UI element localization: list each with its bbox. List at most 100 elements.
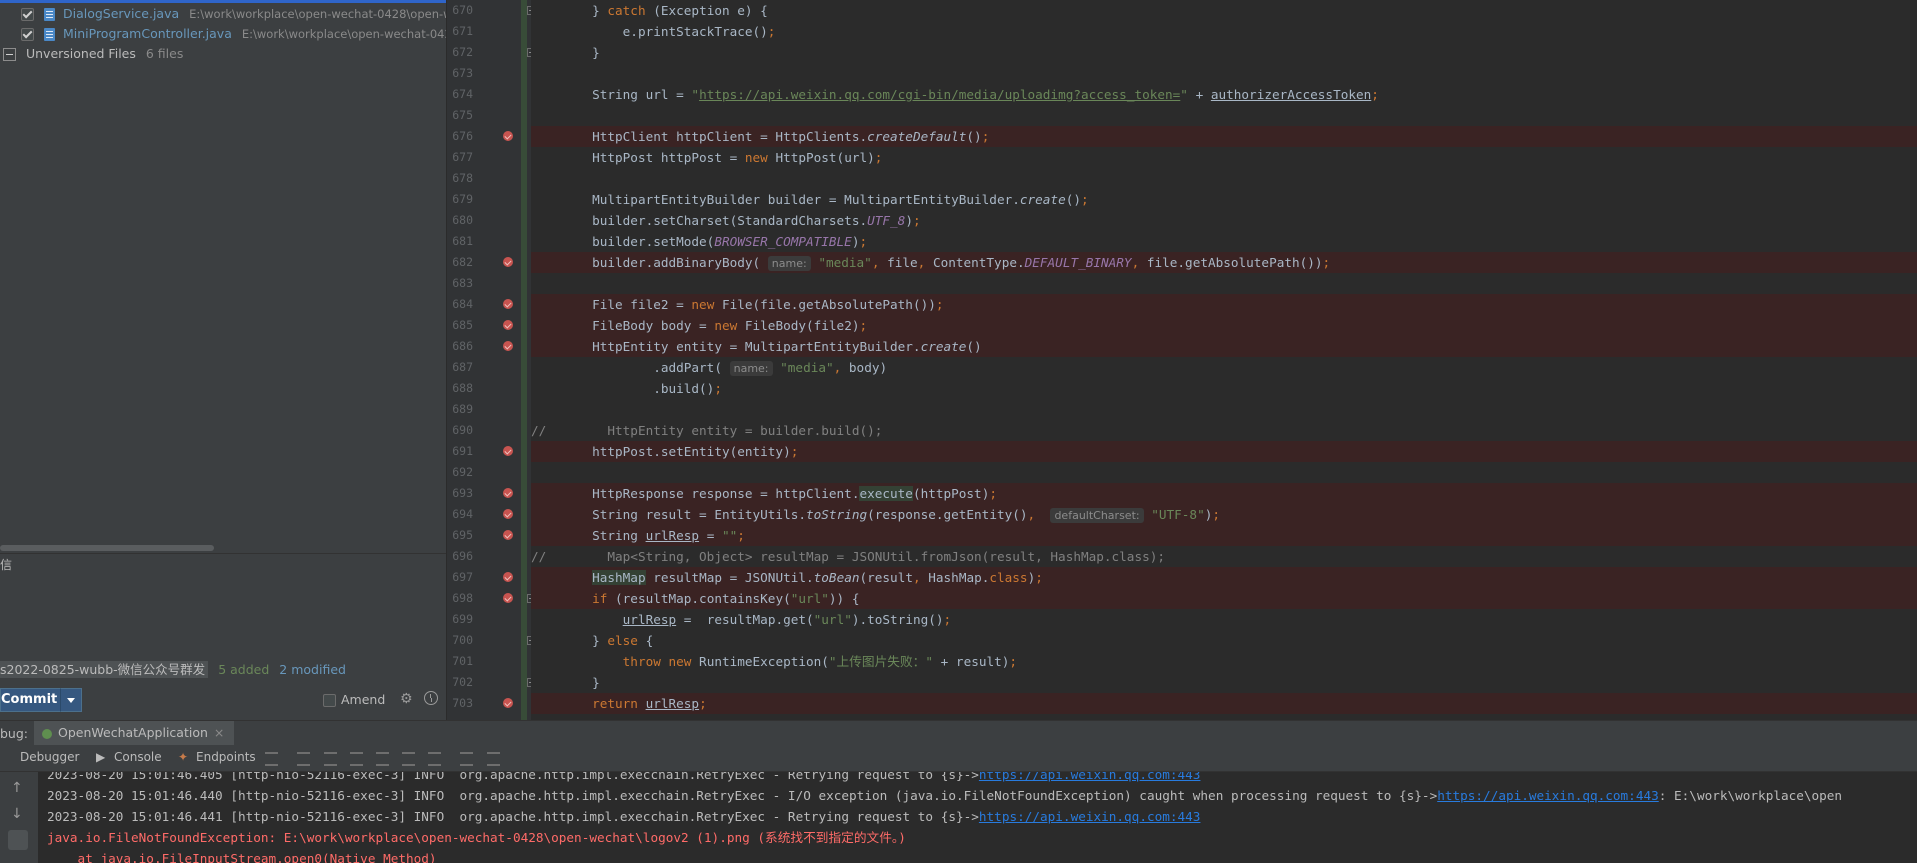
gutter-line[interactable]: 677 — [447, 147, 531, 168]
gutter-line[interactable]: 694 — [447, 504, 531, 525]
gutter-line[interactable]: 682 — [447, 252, 531, 273]
changed-file-row[interactable]: MiniProgramController.java E:\work\workp… — [0, 24, 446, 44]
line-number: 679 — [452, 192, 473, 206]
history-clock-icon[interactable] — [424, 691, 438, 705]
file-checkbox[interactable] — [21, 8, 34, 21]
gutter-line[interactable]: 681 — [447, 231, 531, 252]
commit-message-input[interactable]: 信 — [0, 556, 12, 573]
close-icon[interactable]: × — [214, 725, 224, 740]
java-file-icon — [43, 28, 55, 41]
amend-checkbox[interactable]: Amend — [323, 692, 385, 707]
gutter-line[interactable]: 695 — [447, 525, 531, 546]
unversioned-count: 6 files — [145, 46, 184, 61]
gutter-line[interactable]: 678 — [447, 168, 531, 189]
breakpoint-icon[interactable] — [503, 509, 513, 519]
gutter-line[interactable]: 696 — [447, 546, 531, 567]
step-into-icon[interactable] — [324, 752, 337, 766]
breakpoint-icon[interactable] — [503, 593, 513, 603]
tab-run-configuration[interactable]: OpenWechatApplication × — [34, 721, 235, 745]
gutter-line[interactable]: 700 — [447, 630, 536, 651]
file-checkbox[interactable] — [21, 28, 34, 41]
gutter-line[interactable]: 702 — [447, 672, 536, 693]
selection-highlight — [0, 0, 446, 3]
soft-wrap-icon[interactable] — [8, 830, 28, 850]
gutter-line[interactable]: 670 — [447, 0, 536, 21]
code-editor[interactable]: } catch (Exception e) { e.printStackTrac… — [531, 0, 1917, 720]
gutter-line[interactable]: 690 — [447, 420, 531, 441]
breakpoint-icon[interactable] — [503, 572, 513, 582]
code-line: } — [531, 675, 600, 690]
breakpoint-icon[interactable] — [503, 320, 513, 330]
code-line: .addPart( name: "media", body) — [531, 360, 888, 376]
tab-debugger[interactable]: Debugger — [20, 750, 79, 764]
gutter-line[interactable]: 698 — [447, 588, 536, 609]
gutter-line[interactable]: 691 — [447, 441, 531, 462]
gutter-line[interactable]: 703 — [447, 693, 531, 714]
scrollbar-thumb[interactable] — [0, 545, 214, 551]
console-link[interactable]: https://api.weixin.qq.com:443 — [979, 809, 1201, 824]
console-link[interactable]: https://api.weixin.qq.com:443 — [1437, 788, 1659, 803]
commit-button[interactable]: Commit — [0, 688, 62, 712]
param-hint: name: — [729, 361, 773, 376]
step-over-icon[interactable] — [297, 752, 310, 766]
gutter-line[interactable]: 689 — [447, 399, 531, 420]
gutter-line[interactable]: 676 — [447, 126, 531, 147]
breakpoint-icon[interactable] — [503, 488, 513, 498]
gutter-line[interactable]: 674 — [447, 84, 531, 105]
string-literal: "上传图片失败：" — [828, 654, 934, 669]
breakpoint-icon[interactable] — [503, 299, 513, 309]
gutter-line[interactable]: 684 — [447, 294, 531, 315]
amend-checkbox-box[interactable] — [323, 694, 336, 707]
tab-console[interactable]: Console — [114, 750, 162, 764]
gutter-line[interactable]: 692 — [447, 462, 531, 483]
up-arrow-icon[interactable]: ↑ — [11, 780, 23, 796]
gutter-line[interactable]: 671 — [447, 21, 531, 42]
breakpoint-icon[interactable] — [503, 698, 513, 708]
gutter-line[interactable]: 672 — [447, 42, 536, 63]
horizontal-scrollbar[interactable] — [0, 544, 446, 552]
evaluate-icon[interactable] — [460, 752, 473, 766]
down-arrow-icon[interactable]: ↓ — [11, 806, 23, 822]
code-line: httpPost.setEntity(entity); — [531, 441, 1917, 462]
url-literal[interactable]: https://api.weixin.qq.com/cgi-bin/media/… — [699, 87, 1180, 102]
breakpoint-icon[interactable] — [503, 257, 513, 267]
gutter-line[interactable]: 697 — [447, 567, 531, 588]
breakpoint-icon[interactable] — [503, 341, 513, 351]
line-number: 701 — [452, 654, 473, 668]
tab-endpoints[interactable]: Endpoints — [196, 750, 256, 764]
changed-file-row[interactable]: DialogService.java E:\work\workplace\ope… — [0, 4, 446, 24]
gutter-line[interactable]: 675 — [447, 105, 531, 126]
gutter-line[interactable]: 688 — [447, 378, 531, 399]
layout-icon[interactable] — [265, 752, 278, 766]
force-step-into-icon[interactable] — [350, 752, 363, 766]
step-out-icon[interactable] — [376, 752, 389, 766]
gutter-line[interactable]: 701 — [447, 651, 531, 672]
collapse-icon[interactable] — [3, 48, 16, 61]
gutter-line[interactable]: 699 — [447, 609, 531, 630]
trace-icon[interactable] — [487, 752, 500, 766]
gutter-line[interactable]: 687 — [447, 357, 531, 378]
breakpoint-icon[interactable] — [503, 131, 513, 141]
gutter-line[interactable]: 683 — [447, 273, 531, 294]
code-line: HashMap resultMap = JSONUtil.toBean(resu… — [531, 567, 1917, 588]
console-output[interactable]: 2023-08-20 15:01:46.405 [http-nio-52116-… — [38, 772, 1917, 863]
commit-dropdown-button[interactable] — [60, 688, 82, 712]
line-number: 674 — [452, 87, 473, 101]
gutter-line[interactable]: 673 — [447, 63, 531, 84]
console-line: 2023-08-20 15:01:46.405 [http-nio-52116-… — [47, 772, 1200, 785]
gutter-line[interactable]: 679 — [447, 189, 531, 210]
gutter-line[interactable]: 685 — [447, 315, 531, 336]
line-number: 673 — [452, 66, 473, 80]
gutter-line[interactable]: 693 — [447, 483, 531, 504]
drop-frame-icon[interactable] — [402, 752, 415, 766]
code-line: String url = "https://api.weixin.qq.com/… — [531, 87, 1379, 102]
gear-icon[interactable]: ⚙ — [400, 691, 413, 707]
gutter-line[interactable]: 680 — [447, 210, 531, 231]
gutter-line[interactable]: 686 — [447, 336, 531, 357]
breakpoint-icon[interactable] — [503, 446, 513, 456]
breakpoint-icon[interactable] — [503, 530, 513, 540]
console-link[interactable]: https://api.weixin.qq.com:443 — [979, 772, 1201, 782]
unversioned-files-node[interactable]: Unversioned Files 6 files — [0, 44, 446, 64]
run-to-cursor-icon[interactable] — [428, 752, 441, 766]
